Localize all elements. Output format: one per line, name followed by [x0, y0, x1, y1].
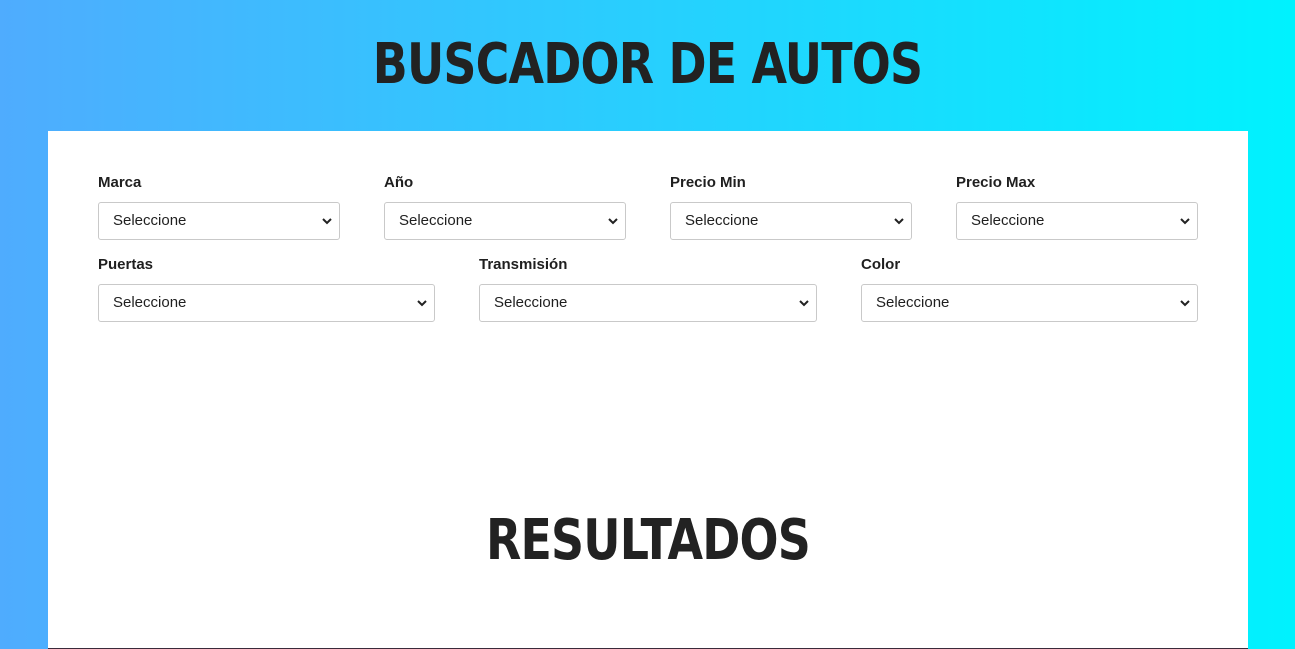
precio-min-select[interactable]: Seleccione	[670, 202, 912, 240]
chevron-down-icon	[894, 218, 904, 225]
chevron-down-icon	[1180, 218, 1190, 225]
color-label: Color	[861, 256, 901, 273]
chevron-down-icon	[799, 300, 809, 307]
chevron-down-icon	[1180, 300, 1190, 307]
year-field: Año Seleccione	[384, 174, 626, 240]
precio-max-label: Precio Max	[956, 174, 1036, 191]
precio-max-select[interactable]: Seleccione	[956, 202, 1198, 240]
year-select[interactable]: Seleccione	[384, 202, 626, 240]
results-title: Resultados	[485, 508, 811, 573]
puertas-label: Puertas	[98, 256, 154, 273]
transmision-select-value: Seleccione	[494, 294, 568, 311]
marca-select-value: Seleccione	[113, 212, 187, 229]
puertas-select[interactable]: Seleccione	[98, 284, 435, 322]
marca-field: Marca Seleccione	[98, 174, 340, 240]
color-field: Color Seleccione	[861, 256, 1198, 322]
precio-max-field: Precio Max Seleccione	[956, 174, 1198, 240]
transmision-label: Transmisión	[479, 256, 568, 273]
precio-max-select-value: Seleccione	[971, 212, 1045, 229]
marca-label: Marca	[98, 174, 142, 191]
search-panel: Marca Seleccione Año Seleccione Precio M…	[48, 131, 1248, 649]
page-title: Buscador de Autos	[372, 32, 923, 97]
transmision-select[interactable]: Seleccione	[479, 284, 817, 322]
puertas-field: Puertas Seleccione	[98, 256, 435, 322]
transmision-field: Transmisión Seleccione	[479, 256, 817, 322]
marca-select[interactable]: Seleccione	[98, 202, 340, 240]
chevron-down-icon	[608, 218, 618, 225]
year-select-value: Seleccione	[399, 212, 473, 229]
chevron-down-icon	[322, 218, 332, 225]
color-select-value: Seleccione	[876, 294, 950, 311]
precio-min-label: Precio Min	[670, 174, 746, 191]
precio-min-select-value: Seleccione	[685, 212, 759, 229]
color-select[interactable]: Seleccione	[861, 284, 1198, 322]
year-label: Año	[384, 174, 414, 191]
precio-min-field: Precio Min Seleccione	[670, 174, 912, 240]
puertas-select-value: Seleccione	[113, 294, 187, 311]
chevron-down-icon	[417, 300, 427, 307]
